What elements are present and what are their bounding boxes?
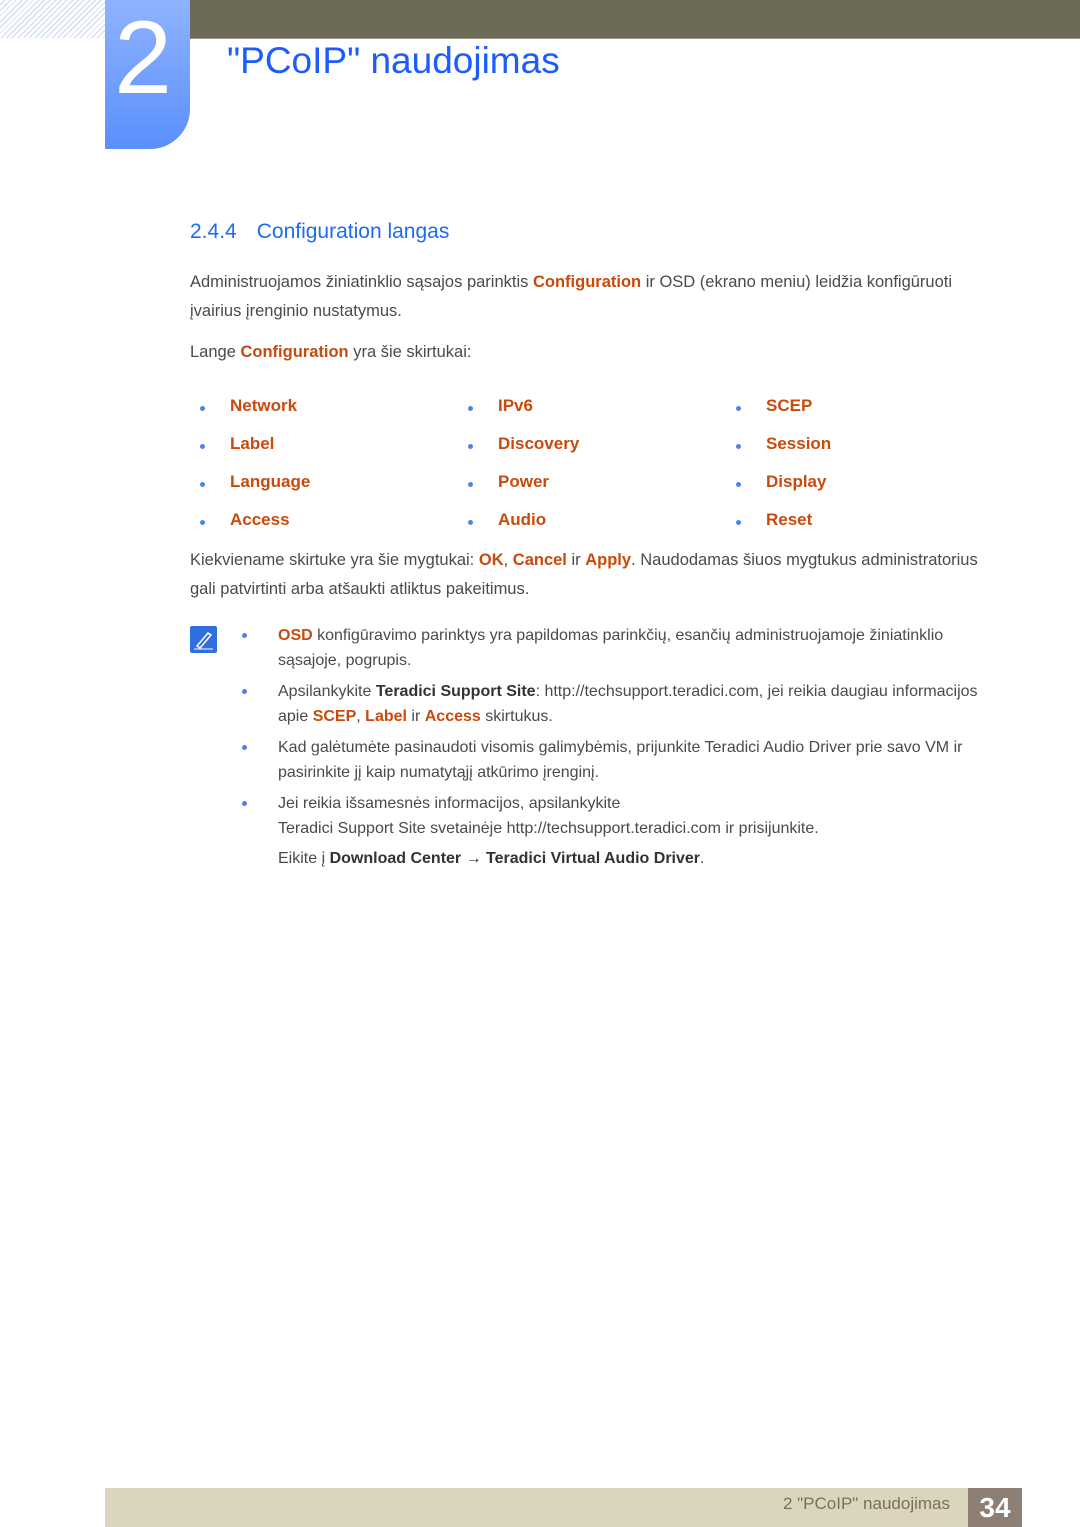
tabs-column-1: Network Label Language Access — [194, 396, 310, 548]
tab-item: Access — [194, 510, 310, 548]
page-number: 34 — [968, 1488, 1022, 1527]
note-item: OSD konfigūravimo parinktys yra papildom… — [242, 623, 998, 673]
header-bar — [190, 0, 1080, 39]
note-pencil-icon — [190, 626, 217, 653]
tab-item: IPv6 — [462, 396, 579, 434]
tab-item: Network — [194, 396, 310, 434]
footer-chapter-title: 2 "PCoIP" naudojimas — [782, 1494, 950, 1513]
tab-item: Discovery — [462, 434, 579, 472]
tab-item: Label — [194, 434, 310, 472]
tab-item: Language — [194, 472, 310, 510]
tab-item: SCEP — [730, 396, 831, 434]
section-title: Configuration langas — [256, 220, 450, 243]
chapter-title: "PCoIP" naudojimas — [227, 40, 560, 81]
section-heading: 2.4.4 Configuration langas — [190, 220, 449, 244]
page: 2 "PCoIP" naudojimas 2.4.4 Configuration … — [0, 0, 1080, 1527]
decorative-hatch — [0, 0, 105, 38]
note-item: Kad galėtumėte pasinaudoti visomis galim… — [242, 735, 998, 785]
section-number: 2.4.4 — [190, 220, 237, 243]
note-item: Apsilankykite Teradici Support Site: htt… — [242, 679, 998, 729]
tab-item: Reset — [730, 510, 831, 548]
intro-paragraph: Administruojamos žiniatinklio sąsajos pa… — [190, 273, 953, 320]
tabs-column-2: IPv6 Discovery Power Audio — [462, 396, 579, 548]
tabs-column-3: SCEP Session Display Reset — [730, 396, 831, 548]
tabs-intro: Lange Configuration yra šie skirtukai: — [190, 343, 472, 361]
tab-item: Session — [730, 434, 831, 472]
buttons-paragraph: Kiekviename skirtuke yra šie mygtukai: O… — [190, 551, 978, 598]
tab-item: Audio — [462, 510, 579, 548]
tab-item: Power — [462, 472, 579, 510]
tab-item: Display — [730, 472, 831, 510]
chapter-number: 2 — [114, 0, 172, 116]
note-item: Jei reikia išsamesnės informacijos, apsi… — [242, 791, 998, 871]
